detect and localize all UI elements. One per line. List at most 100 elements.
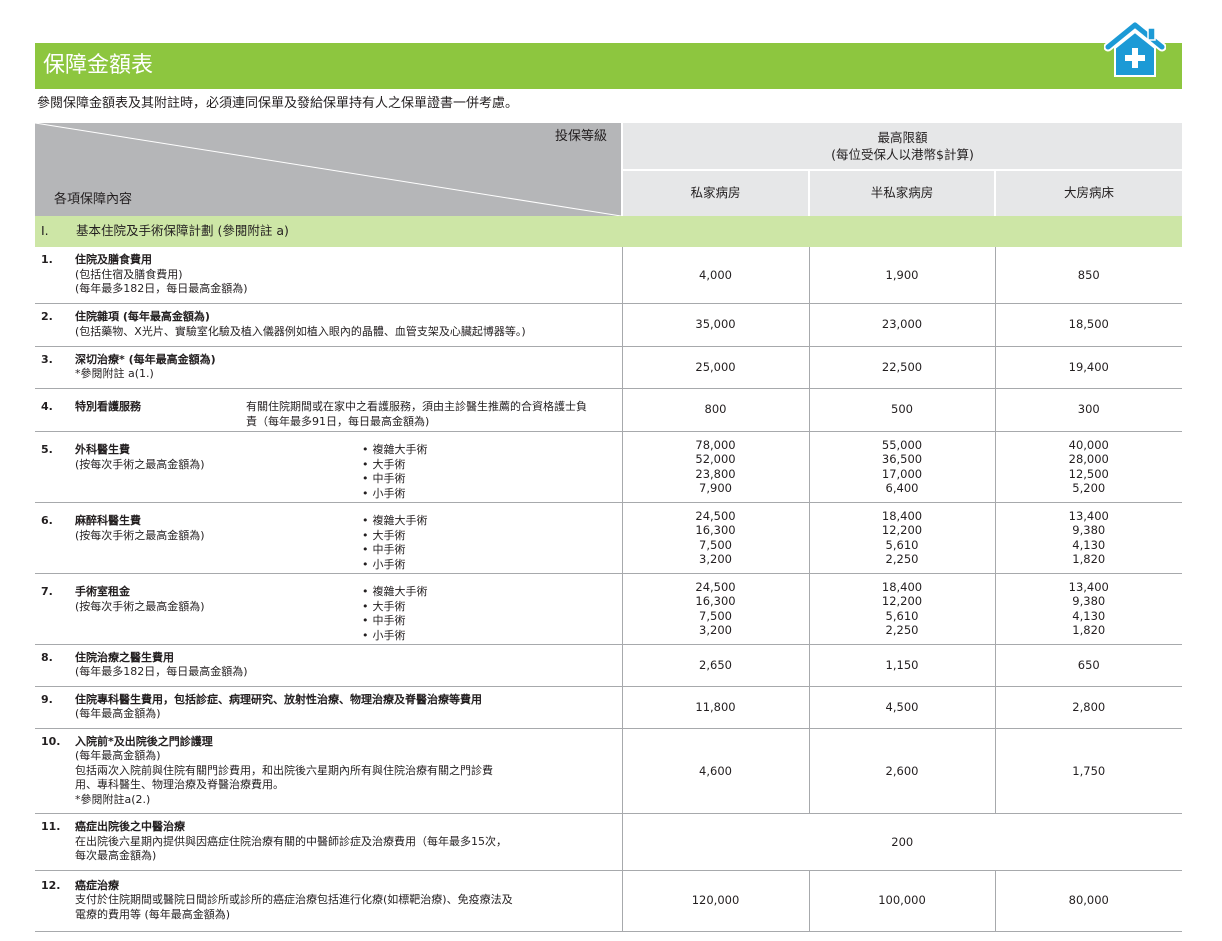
item-text: 特別看護服務	[75, 400, 141, 415]
class-semi-private: 半私家病房	[808, 170, 995, 216]
surgery-type-item: 小手術	[362, 487, 428, 502]
item-detail-line: 用、專科醫生、物理治療及脊醫治療費用。	[75, 778, 284, 791]
value-line: 17,000	[881, 466, 923, 481]
value-ward: 13,400 9,380 4,130 1,820	[994, 502, 1182, 574]
value-private: 11,800	[621, 686, 809, 729]
value-private: 4,600	[621, 728, 809, 814]
value-ward: 19,400	[994, 346, 1182, 389]
surgery-type-list: 複雜大手術大手術中手術小手術	[362, 443, 428, 501]
item-title: 癌症治療	[75, 878, 119, 892]
surgery-type-item: 大手術	[362, 529, 428, 544]
item-number: 12.	[41, 878, 61, 892]
surgery-type-item: 小手術	[362, 558, 428, 573]
item-description-cell: 7. 手術室租金(按每次手術之最高金額為)複雜大手術大手術中手術小手術	[35, 573, 622, 645]
item-description-cell: 6. 麻醉科醫生費(按每次手術之最高金額為)複雜大手術大手術中手術小手術	[35, 502, 622, 574]
surgery-type-item: 複雜大手術	[362, 443, 428, 458]
item-text: 住院專科醫生費用，包括診症、病理研究、放射性治療、物理治療及脊醫治療等費用 (每年…	[75, 693, 482, 722]
table-row: 3. 深切治療* (每年最高金額為) *參閱附註 a(1.) 25,000 22,500…	[35, 346, 1182, 389]
item-description-cell: 11. 癌症出院後之中醫治療 在出院後六星期內提供與因癌症住院治療有關的中醫師診症及…	[35, 813, 622, 871]
value-line: 12,500	[1068, 466, 1109, 481]
max-limit-title: 最高限額	[877, 130, 928, 145]
item-description: 12. 癌症治療 支付於住院期間或醫院日間診所或診所的癌症治療包括進行化療(如標靶治…	[35, 873, 622, 929]
item-detail-line: (每年最多182日，每日最高金額為)	[75, 665, 248, 678]
surgery-type-item: 複雜大手術	[362, 514, 428, 529]
value-ward: 40,000 28,000 12,500 5,200	[994, 431, 1183, 503]
item-text: 入院前*及出院後之門診護理 (每年最高金額為) 包括兩次入院前與住院有關門診費用，和…	[75, 735, 493, 808]
item-description: 11. 癌症出院後之中醫治療 在出院後六星期內提供與因癌症住院治療有關的中醫師診症及…	[35, 814, 622, 870]
item-description-cell: 3. 深切治療* (每年最高金額為) *參閱附註 a(1.)	[35, 346, 622, 389]
value-list: 13,400 9,380 4,130 1,820	[996, 580, 1183, 638]
item-description: 9. 住院專科醫生費用，包括診症、病理研究、放射性治療、物理治療及脊醫治療等費用(…	[35, 687, 622, 728]
item-number: 4.	[41, 400, 53, 413]
surgery-type-item: 複雜大手術	[362, 585, 428, 600]
value-semi-private: 18,400 12,200 5,610 2,250	[808, 502, 995, 574]
value-ward: 13,400 9,380 4,130 1,820	[994, 573, 1183, 645]
item-detail-line: (按每次手術之最高金額為)	[75, 457, 205, 471]
item-description: 2. 住院雜項 (每年最高金額為) (包括藥物、X光片、實驗室化驗及植入儀器例如植入…	[35, 304, 622, 345]
value-private: 800	[621, 388, 809, 432]
item-text: 住院雜項 (每年最高金額為) (包括藥物、X光片、實驗室化驗及植入儀器例如植入眼內…	[75, 310, 526, 339]
value-semi-private: 500	[808, 388, 995, 432]
value-ward: 850	[994, 247, 1182, 304]
value-ward: 650	[994, 644, 1182, 687]
item-number: 7.	[41, 585, 53, 598]
value-list: 18,400 12,200 5,610 2,250	[810, 509, 995, 567]
item-number: 3.	[41, 352, 53, 366]
surgery-type-item: 大手術	[362, 458, 428, 473]
item-detail-line: 每次最高金額為)	[75, 849, 157, 862]
value-line: 4,130	[1072, 608, 1106, 623]
value-private: 24,500 16,300 7,500 3,200	[621, 502, 809, 574]
item-text: 住院及膳食費用 (包括住宿及膳食費用) (每年最多182日，每日最高金額為)	[75, 253, 248, 297]
section-title: 基本住院及手術保障計劃 (參閱附註 a)	[76, 223, 289, 239]
value-line: 5,610	[885, 608, 919, 623]
item-description: 4. 特別看護服務 有關住院期間或在家中之看護服務，須由主診醫生推薦的合資格護士負責…	[35, 394, 622, 428]
item-title: 住院治療之醫生費用	[75, 650, 174, 664]
value-ward: 80,000	[994, 870, 1182, 932]
value-list: 24,500 16,300 7,500 3,200	[623, 580, 809, 638]
item-title: 住院雜項 (每年最高金額為)	[75, 310, 210, 323]
value-line: 18,400	[881, 579, 923, 594]
header-diagonal-cell: 投保等級 各項保障內容	[35, 123, 622, 216]
section-cell: I. 基本住院及手術保障計劃 (參閱附註 a)	[35, 216, 1182, 247]
value-line: 2,250	[885, 552, 919, 566]
value-list: 55,000 36,500 17,000 6,400	[810, 438, 995, 496]
value-line: 55,000	[881, 437, 923, 452]
item-text: 手術室租金 (按每次手術之最高金額為)	[75, 585, 616, 614]
value-list: 40,000 28,000 12,500 5,200	[996, 438, 1183, 496]
item-text: 住院治療之醫生費用 (每年最多182日，每日最高金額為)	[75, 651, 248, 680]
surgery-type-item: 中手術	[362, 543, 428, 558]
item-number: 6.	[41, 514, 53, 527]
value-line: 7,900	[699, 481, 732, 495]
value-private: 120,000	[621, 870, 809, 932]
surgery-type-list: 複雜大手術大手術中手術小手術	[362, 585, 428, 643]
value-semi-private: 2,600	[808, 728, 995, 814]
class-private: 私家病房	[621, 170, 809, 216]
surgery-type-item: 中手術	[362, 614, 428, 629]
value-private: 24,500 16,300 7,500 3,200	[621, 573, 809, 645]
value-ward: 1,750	[994, 728, 1182, 814]
page-title: 保障金額表	[43, 53, 154, 78]
table-row: 12. 癌症治療 支付於住院期間或醫院日間診所或診所的癌症治療包括進行化療(如標靶治…	[35, 870, 1182, 932]
item-detail-line: 在出院後六星期內提供與因癌症住院治療有關的中醫師診症及治療費用（每年最多15次，	[75, 834, 507, 848]
value-semi-private: 1,150	[808, 644, 995, 687]
item-number: 8.	[41, 650, 53, 664]
value-line: 7,500	[699, 537, 732, 552]
item-number: 5.	[41, 443, 53, 456]
value-line: 5,610	[885, 537, 919, 552]
item-detail-line: (包括藥物、X光片、實驗室化驗及植入儀器例如植入眼內的晶體、血管支架及心臟起博器…	[75, 324, 526, 338]
item-description: 10. 入院前*及出院後之門診護理 (每年最高金額為) 包括兩次入院前與住院有關門診費…	[35, 729, 622, 814]
value-semi-private: 23,000	[808, 303, 995, 347]
value-line: 2,250	[885, 623, 919, 637]
section-row: I. 基本住院及手術保障計劃 (參閱附註 a)	[35, 216, 1182, 247]
table-row: 2. 住院雜項 (每年最高金額為) (包括藥物、X光片、實驗室化驗及植入儀器例如植入…	[35, 303, 1182, 347]
value-line: 52,000	[695, 452, 736, 466]
item-text: 癌症治療 支付於住院期間或醫院日間診所或診所的癌症治療包括進行化療(如標靶治療)、…	[75, 879, 513, 923]
item-text: 麻醉科醫生費 (按每次手術之最高金額為)	[75, 514, 616, 543]
value-line: 9,380	[1072, 594, 1106, 608]
item-title: 外科醫生費	[75, 443, 130, 456]
benefit-table: 投保等級 各項保障內容 最高限額 (每位受保人以港幣$計算) 私家病房 半私家病…	[35, 123, 1182, 932]
value-ward: 300	[994, 388, 1182, 432]
item-description-cell: 4. 特別看護服務 有關住院期間或在家中之看護服務，須由主診醫生推薦的合資格護士負責…	[35, 388, 622, 432]
value-ward: 2,800	[994, 686, 1182, 729]
item-number: 9.	[41, 692, 53, 706]
